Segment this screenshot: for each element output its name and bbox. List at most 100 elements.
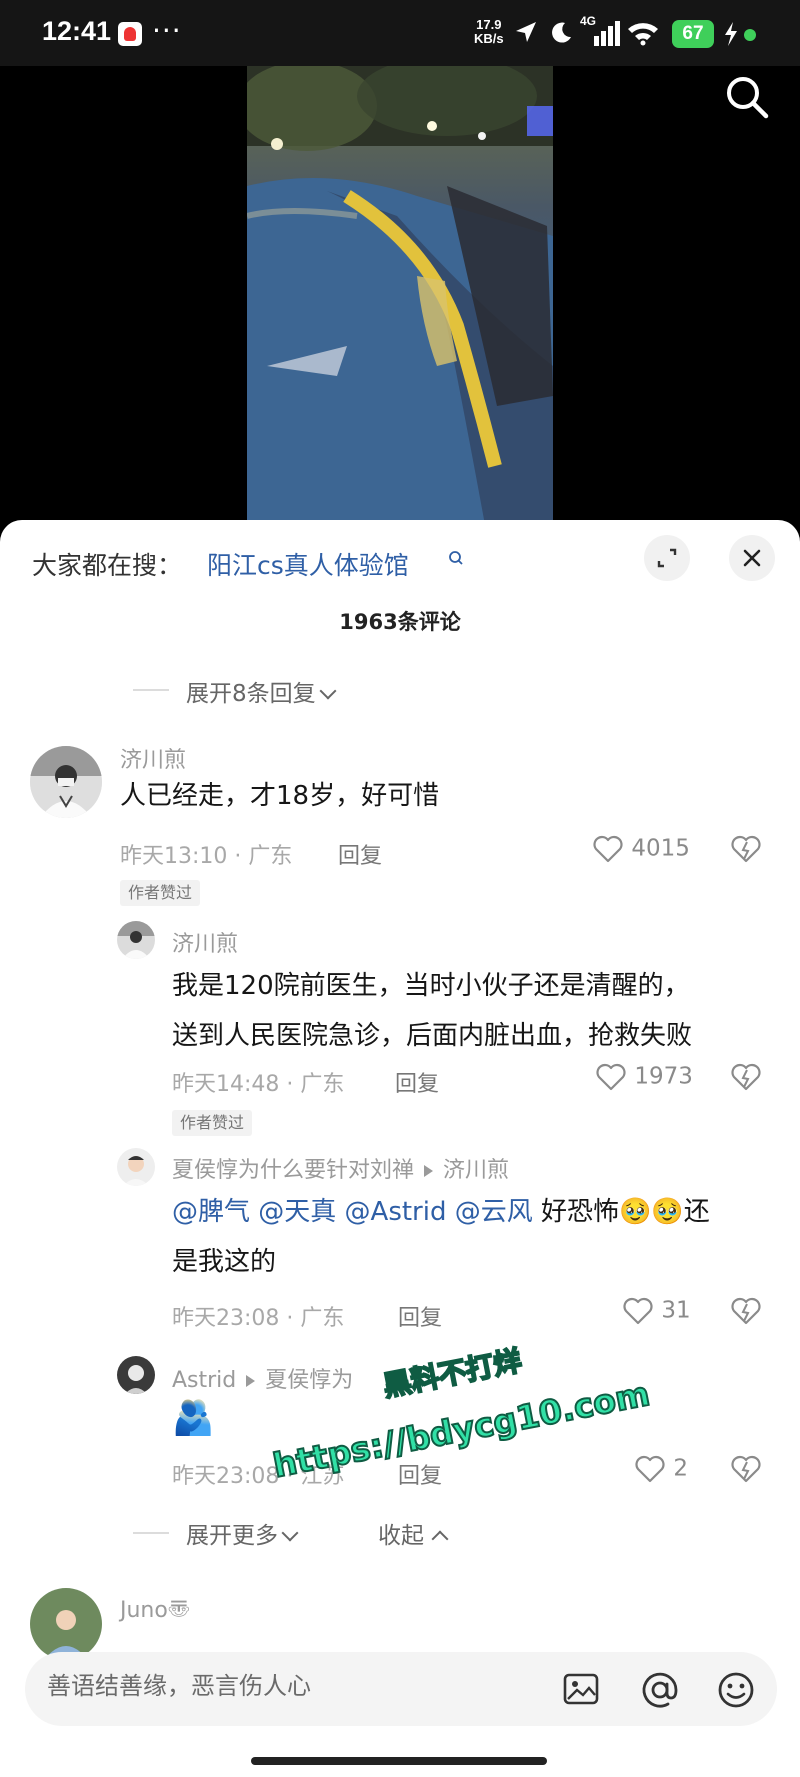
video-frame[interactable] [247, 66, 553, 536]
emoji-icon[interactable] [716, 1670, 756, 1710]
comment-time-location: 昨天13:10 · 广东 [120, 844, 293, 869]
reply-button[interactable]: 回复 [338, 838, 382, 870]
status-time: 12:41 [42, 16, 112, 46]
author-liked-badge: 作者赞过 [172, 1110, 253, 1136]
network-speed-value: 17.9 [476, 17, 502, 32]
dislike-button[interactable] [730, 1062, 762, 1092]
heart-icon [623, 1297, 653, 1325]
author-liked-badge: 作者赞过 [120, 880, 201, 906]
wifi-icon [628, 23, 658, 46]
video-player[interactable] [0, 66, 800, 536]
avatar-image [30, 1588, 102, 1660]
at-icon[interactable] [640, 1670, 680, 1710]
like-count: 31 [661, 1297, 691, 1324]
dislike-heart-icon [731, 1297, 761, 1325]
dislike-button[interactable] [730, 1296, 762, 1326]
chevron-down-icon [281, 1524, 299, 1542]
like-button[interactable]: 1973 [595, 1062, 693, 1092]
avatar[interactable] [117, 921, 155, 959]
comment-sheet: 大家都在搜： 阳江cs真人体验馆 1963条评论 展开8条回复 济川煎 人已经走… [0, 520, 800, 1777]
reply-text-line: 我是120院前医生，当时小伙子还是清醒的， [172, 971, 690, 1001]
trending-search-link[interactable]: 阳江cs真人体验馆 [207, 546, 409, 582]
moon-icon [552, 22, 571, 43]
expand-more-button[interactable]: 展开更多 [186, 1516, 299, 1550]
dislike-button[interactable] [730, 1454, 762, 1484]
trending-search-icon[interactable] [448, 550, 464, 566]
dislike-heart-icon [731, 835, 761, 863]
signal-bars-icon [594, 21, 620, 46]
avatar[interactable] [30, 746, 102, 818]
reply-to-arrow-icon [424, 1165, 434, 1177]
like-button[interactable]: 31 [622, 1296, 691, 1326]
avatar[interactable] [117, 1148, 155, 1186]
expand-more-label: 展开更多 [186, 1523, 278, 1549]
heart-icon [593, 835, 623, 863]
comment-input-bar [25, 1652, 777, 1726]
heart-icon [635, 1455, 665, 1483]
reply-text-line: 送到人民医院急诊，后面内脏出血，抢救失败 [172, 1021, 693, 1051]
avatar-image [117, 1356, 155, 1394]
comment-text: 人已经走，才18岁，好可惜 [120, 781, 440, 811]
reply-username[interactable]: 济川煎 [172, 926, 238, 958]
reply-text-fragment: 还 [683, 1197, 710, 1227]
close-icon [743, 549, 761, 567]
home-indicator[interactable] [251, 1757, 547, 1765]
like-count: 2 [673, 1455, 688, 1482]
chevron-down-icon [319, 682, 337, 700]
reply-username[interactable]: Astrid 夏侯惇为 [172, 1362, 353, 1394]
network-speed: 17.9 KB/s [474, 18, 504, 46]
reply-time-location: 昨天14:48 · 广东 [172, 1072, 345, 1097]
collapse-button[interactable]: 收起 [378, 1516, 449, 1550]
like-button[interactable]: 4015 [592, 834, 690, 864]
dislike-button[interactable] [730, 834, 762, 864]
crying-emoji: 🥹🥹 [619, 1197, 684, 1227]
expand-replies-label: 展开8条回复 [186, 681, 316, 707]
location-arrow-icon [516, 22, 536, 42]
dislike-heart-icon [731, 1455, 761, 1483]
comment-input[interactable] [47, 1672, 517, 1700]
comment-username[interactable]: Juno〠 [120, 1592, 190, 1624]
video-scene [247, 66, 553, 536]
avatar[interactable] [117, 1356, 155, 1394]
avatar-image [117, 921, 155, 959]
charging-bolt-icon [725, 22, 737, 46]
privacy-indicator-dot [744, 29, 756, 41]
expand-sheet-button[interactable] [644, 535, 690, 581]
status-more-dots: ··· [152, 14, 182, 47]
reply-text-line: 是我这的 [172, 1247, 277, 1277]
avatar-image [30, 746, 102, 818]
divider-line [133, 689, 169, 691]
watermark-text: 黑料不打烊 [379, 1343, 525, 1404]
reply-username-text: 夏侯惇为什么要针对刘禅 [172, 1158, 415, 1183]
like-count: 4015 [631, 835, 690, 862]
battery-indicator: 67 [672, 20, 714, 48]
close-sheet-button[interactable] [729, 535, 775, 581]
status-bar: 12:41 ··· 17.9 KB/s 4G 67 [0, 0, 800, 66]
expand-icon [657, 548, 677, 568]
mention-list[interactable]: @脾气 @天真 @Astrid @云风 [172, 1197, 533, 1227]
reply-button[interactable]: 回复 [398, 1458, 442, 1490]
image-icon[interactable] [562, 1670, 600, 1708]
hug-emoji: 🫂 [172, 1398, 215, 1438]
like-count: 1973 [634, 1063, 693, 1090]
reply-to-arrow-icon [246, 1375, 256, 1387]
reply-button[interactable]: 回复 [398, 1300, 442, 1332]
reply-button[interactable]: 回复 [395, 1066, 439, 1098]
reply-username[interactable]: 夏侯惇为什么要针对刘禅 济川煎 [172, 1152, 509, 1184]
search-icon[interactable] [722, 72, 772, 122]
heart-icon [596, 1063, 626, 1091]
avatar-image [117, 1148, 155, 1186]
reply-time-location: 昨天23:08 · 广东 [172, 1306, 345, 1331]
notification-app-icon [118, 22, 142, 46]
collapse-label: 收起 [378, 1523, 424, 1549]
expand-replies-button[interactable]: 展开8条回复 [186, 674, 337, 708]
network-speed-unit: KB/s [474, 31, 504, 46]
reply-text-line: @脾气 @天真 @Astrid @云风 好恐怖🥹🥹还 [172, 1186, 710, 1238]
reply-to-username: 济川煎 [443, 1158, 510, 1183]
avatar[interactable] [30, 1588, 102, 1660]
reply-username-text: Astrid [172, 1368, 237, 1393]
divider-line [133, 1532, 169, 1534]
reply-to-username: 夏侯惇为 [265, 1368, 354, 1393]
dislike-heart-icon [731, 1063, 761, 1091]
like-button[interactable]: 2 [634, 1454, 688, 1484]
